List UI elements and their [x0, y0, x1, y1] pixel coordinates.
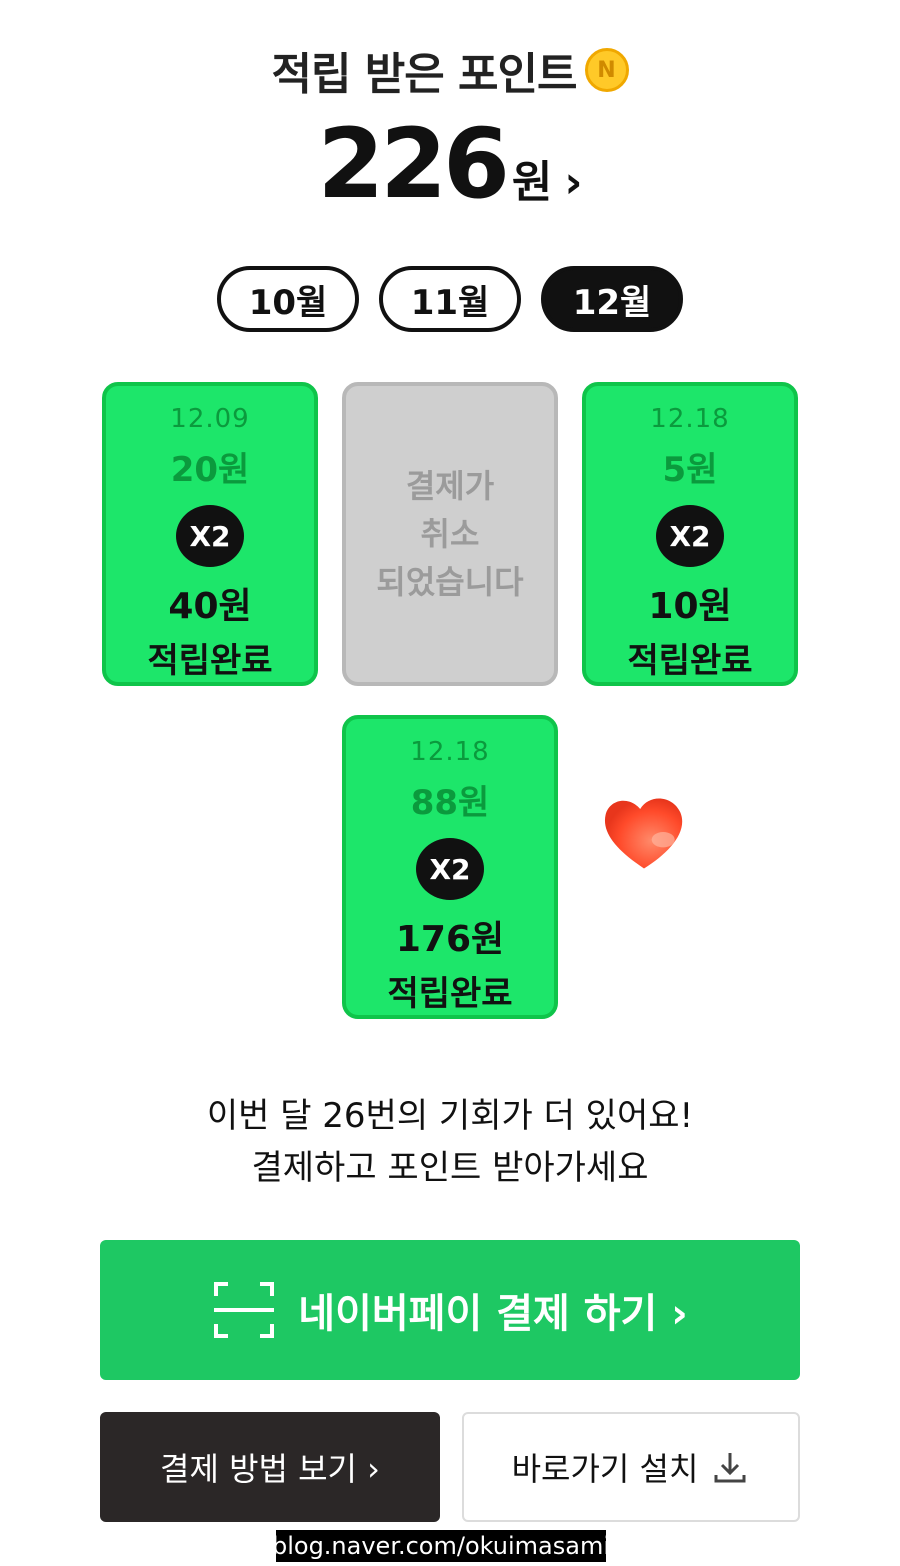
tab-november[interactable]: 11월: [379, 266, 521, 332]
naver-pay-label: 네이버페이 결제 하기 ›: [298, 1291, 688, 1337]
install-shortcut-button[interactable]: 바로가기 설치: [462, 1412, 800, 1522]
chance-line-2: 결제하고 포인트 받아가세요: [251, 1148, 649, 1188]
points-total-link[interactable]: 226 원 ›: [0, 108, 900, 220]
chance-line-1: 이번 달 26번의 기회가 더 있어요!: [206, 1096, 694, 1136]
card-base-amount: 20원: [170, 450, 250, 490]
card-status: 적립완료: [387, 974, 513, 1014]
chevron-right-icon: ›: [564, 157, 583, 208]
multiplier-badge: X2: [176, 505, 244, 567]
card-date: 12.18: [650, 404, 730, 434]
month-tabs: 10월 11월 12월: [0, 266, 900, 332]
cancelled-message: 결제가 취소 되었습니다: [376, 467, 524, 601]
heart-icon: [604, 798, 683, 869]
cancelled-card: 결제가 취소 되었습니다: [342, 382, 558, 686]
card-date: 12.09: [170, 404, 250, 434]
multiplier-badge: X2: [416, 838, 484, 900]
card-status: 적립완료: [147, 641, 273, 681]
scan-icon: [214, 1282, 275, 1338]
blog-watermark: blog.naver.com/okuimasami: [271, 1530, 611, 1562]
chance-message: 이번 달 26번의 기회가 더 있어요! 결제하고 포인트 받아가세요: [0, 1090, 900, 1194]
points-unit: 원: [511, 157, 553, 208]
card-base-amount: 5원: [662, 450, 718, 490]
tab-october[interactable]: 10월: [217, 266, 359, 332]
payment-method-button[interactable]: 결제 방법 보기 ›: [100, 1412, 440, 1522]
card-status: 적립완료: [627, 641, 753, 681]
download-icon: [714, 1453, 746, 1483]
multiplier-badge: X2: [656, 505, 724, 567]
tab-december[interactable]: 12월: [541, 266, 683, 332]
reward-card: 12.09 20원 X2 40원 적립완료: [102, 382, 318, 686]
card-total-amount: 10원: [648, 586, 732, 627]
reward-card: 12.18 5원 X2 10원 적립완료: [582, 382, 798, 686]
page-title-text: 적립 받은 포인트: [271, 49, 578, 100]
payment-method-label: 결제 방법 보기 ›: [160, 1450, 380, 1488]
naver-pay-button[interactable]: 네이버페이 결제 하기 ›: [100, 1240, 800, 1380]
card-total-amount: 176원: [395, 919, 505, 960]
naver-coin-icon: N: [584, 48, 629, 92]
card-base-amount: 88원: [410, 783, 490, 823]
page-title: 적립 받은 포인트 N: [0, 38, 900, 102]
points-amount: 226: [317, 108, 509, 220]
card-date: 12.18: [410, 737, 490, 767]
reward-card: 12.18 88원 X2 176원 적립완료: [342, 715, 558, 1019]
card-total-amount: 40원: [168, 586, 252, 627]
install-shortcut-label: 바로가기 설치: [511, 1450, 699, 1488]
